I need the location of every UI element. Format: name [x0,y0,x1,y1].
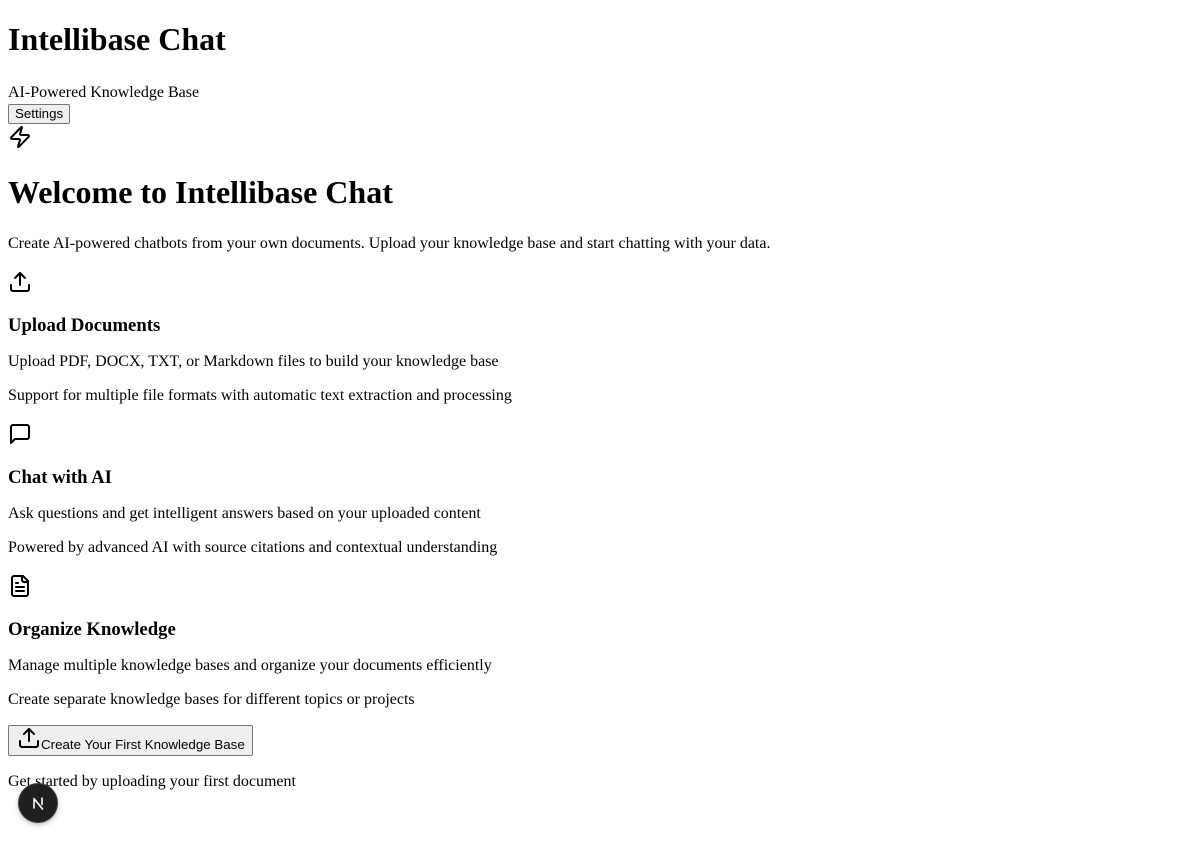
feature-detail: Powered by advanced AI with source citat… [8,539,498,556]
app-subtitle: AI-Powered Knowledge Base [8,84,200,101]
main-content: Welcome to Intellibase Chat Create AI-po… [8,125,1192,791]
feature-description: Ask questions and get intelligent answer… [8,505,481,522]
feature-detail: Support for multiple file formats with a… [8,387,512,404]
welcome-title: Welcome to Intellibase Chat [8,174,393,210]
file-text-icon [8,574,32,598]
feature-organize-knowledge: Organize Knowledge Manage multiple knowl… [8,574,1192,709]
create-knowledge-base-label: Create Your First Knowledge Base [41,737,245,752]
cta-section: Create Your First Knowledge Base Get sta… [8,709,1192,791]
app-title: Intellibase Chat [8,21,226,57]
feature-upload-documents: Upload Documents Upload PDF, DOCX, TXT, … [8,270,1192,405]
settings-row: Settings [8,104,1192,124]
zap-icon [8,125,32,149]
feature-detail: Create separate knowledge bases for diff… [8,691,415,708]
feature-chat-with-ai: Chat with AI Ask questions and get intel… [8,422,1192,557]
hero-section: Welcome to Intellibase Chat Create AI-po… [8,125,1192,253]
nextjs-dev-tools-button[interactable] [19,784,57,822]
settings-button[interactable]: Settings [8,104,71,124]
feature-title: Organize Knowledge [8,619,176,640]
feature-title: Upload Documents [8,315,161,336]
upload-icon [17,726,41,750]
create-knowledge-base-button[interactable]: Create Your First Knowledge Base [8,725,253,756]
page-content: Intellibase Chat AI-Powered Knowledge Ba… [8,0,1192,791]
welcome-description: Create AI-powered chatbots from your own… [8,235,771,252]
upload-icon [8,270,32,294]
feature-description: Manage multiple knowledge bases and orga… [8,657,492,674]
nextjs-logo-icon [33,797,44,810]
feature-description: Upload PDF, DOCX, TXT, or Markdown files… [8,353,499,370]
app-header: Intellibase Chat AI-Powered Knowledge Ba… [8,21,1192,124]
get-started-note: Get started by uploading your first docu… [8,773,296,790]
feature-title: Chat with AI [8,467,112,488]
message-square-icon [8,422,32,446]
